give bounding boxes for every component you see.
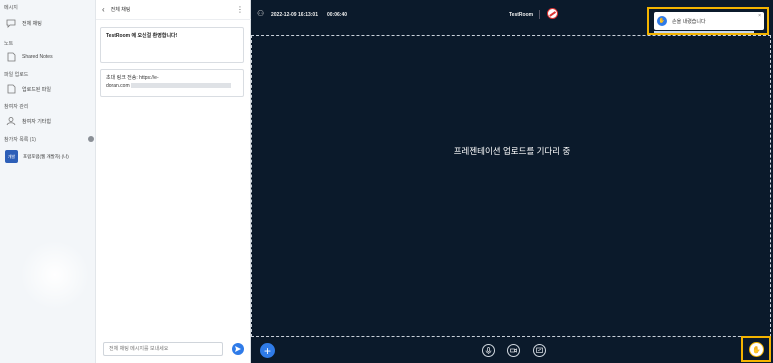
sidebar-item-participant-info[interactable]: 참여자 기타힘: [6, 116, 51, 126]
send-button[interactable]: [232, 343, 244, 355]
invite-domain: doran.com: [106, 83, 130, 89]
meeting-date: 2022-12-09 16:13:01: [271, 12, 318, 18]
participants-icon[interactable]: ⚇: [257, 9, 264, 18]
document-icon: [6, 52, 16, 62]
close-icon[interactable]: ×: [758, 13, 761, 19]
section-title-file-upload: 파일 업로드: [4, 72, 29, 78]
file-icon: [6, 84, 16, 94]
recording-off-icon[interactable]: [547, 8, 558, 19]
presentation-area: [251, 35, 771, 337]
sidebar-item-label: 전체 채팅: [22, 20, 42, 27]
chat-message-invite: 초대 링크 전송: https://e- doran.com: [100, 69, 244, 97]
sidebar-item-shared-notes[interactable]: Shared Notes: [6, 52, 53, 62]
participant-name: 포럼포럼(웹 개발자) (나): [23, 153, 69, 159]
hand-raise-highlight: ✋: [741, 336, 771, 362]
avatar: 개발: [5, 150, 18, 163]
sidebar-item-label: Shared Notes: [22, 54, 53, 60]
divider: [539, 10, 540, 19]
chat-header: ‹ 전체 채팅 ⋮: [96, 0, 251, 20]
sidebar-item-label: 참여자 기타힘: [22, 118, 51, 125]
gear-icon[interactable]: [88, 136, 94, 142]
plus-icon[interactable]: +: [260, 343, 275, 358]
decorative-blob: [20, 240, 90, 310]
redacted-link: [131, 83, 232, 89]
screen-share-icon[interactable]: [533, 344, 546, 357]
invite-line-2: doran.com: [106, 82, 238, 90]
user-icon: [6, 116, 16, 126]
notification-highlight: ✋ 손을 내렸습니다 ×: [647, 7, 769, 35]
mic-icon[interactable]: [482, 344, 495, 357]
left-sidebar: 메시지 전체 채팅 노트 Shared Notes 파일 업로드 업로드된 파일…: [0, 0, 96, 363]
notification-text: 손을 내렸습니다: [672, 18, 706, 25]
camera-icon[interactable]: [507, 344, 520, 357]
notification-toast[interactable]: ✋ 손을 내렸습니다 ×: [654, 12, 764, 30]
invite-line-1: 초대 링크 전송: https://e-: [106, 75, 159, 81]
presentation-stage: ⚇ 2022-12-09 16:13:01 00:06:40 TestRoom …: [251, 0, 773, 363]
sidebar-item-label: 업로드된 파일: [22, 86, 51, 93]
section-title-note: 노트: [4, 41, 14, 47]
hand-raise-icon[interactable]: ✋: [749, 342, 764, 357]
chat-message-welcome: TestRoom 에 오신걸 환영합니다!: [100, 27, 244, 63]
sidebar-item-all-chat[interactable]: 전체 채팅: [6, 18, 42, 28]
chat-title: 전체 채팅: [110, 7, 131, 13]
sidebar-item-uploaded-files[interactable]: 업로드된 파일: [6, 84, 51, 94]
notification-progress: [654, 31, 754, 33]
waiting-message: 프레젠테이션 업로드를 기다리 중: [453, 146, 571, 156]
chevron-left-icon[interactable]: ‹: [102, 5, 105, 14]
elapsed-time: 00:06:40: [327, 12, 348, 18]
section-title-message: 메시지: [4, 5, 18, 11]
participant-row[interactable]: 개발 포럼포럼(웹 개발자) (나): [5, 150, 69, 163]
chat-icon: [6, 18, 16, 28]
chat-message-input[interactable]: [103, 342, 223, 356]
hand-icon: ✋: [657, 16, 667, 26]
more-vertical-icon[interactable]: ⋮: [236, 5, 244, 14]
send-icon: [235, 346, 241, 352]
section-title-participant-mgmt: 참여자 관리: [4, 104, 29, 110]
welcome-text: TestRoom 에 오신걸 환영합니다!: [106, 33, 178, 39]
chat-panel: ‹ 전체 채팅 ⋮ TestRoom 에 오신걸 환영합니다! 초대 링크 전송…: [96, 0, 251, 363]
room-name: TestRoom: [509, 12, 534, 18]
section-title-participant-list: 참가자 목록 (1): [4, 137, 36, 143]
